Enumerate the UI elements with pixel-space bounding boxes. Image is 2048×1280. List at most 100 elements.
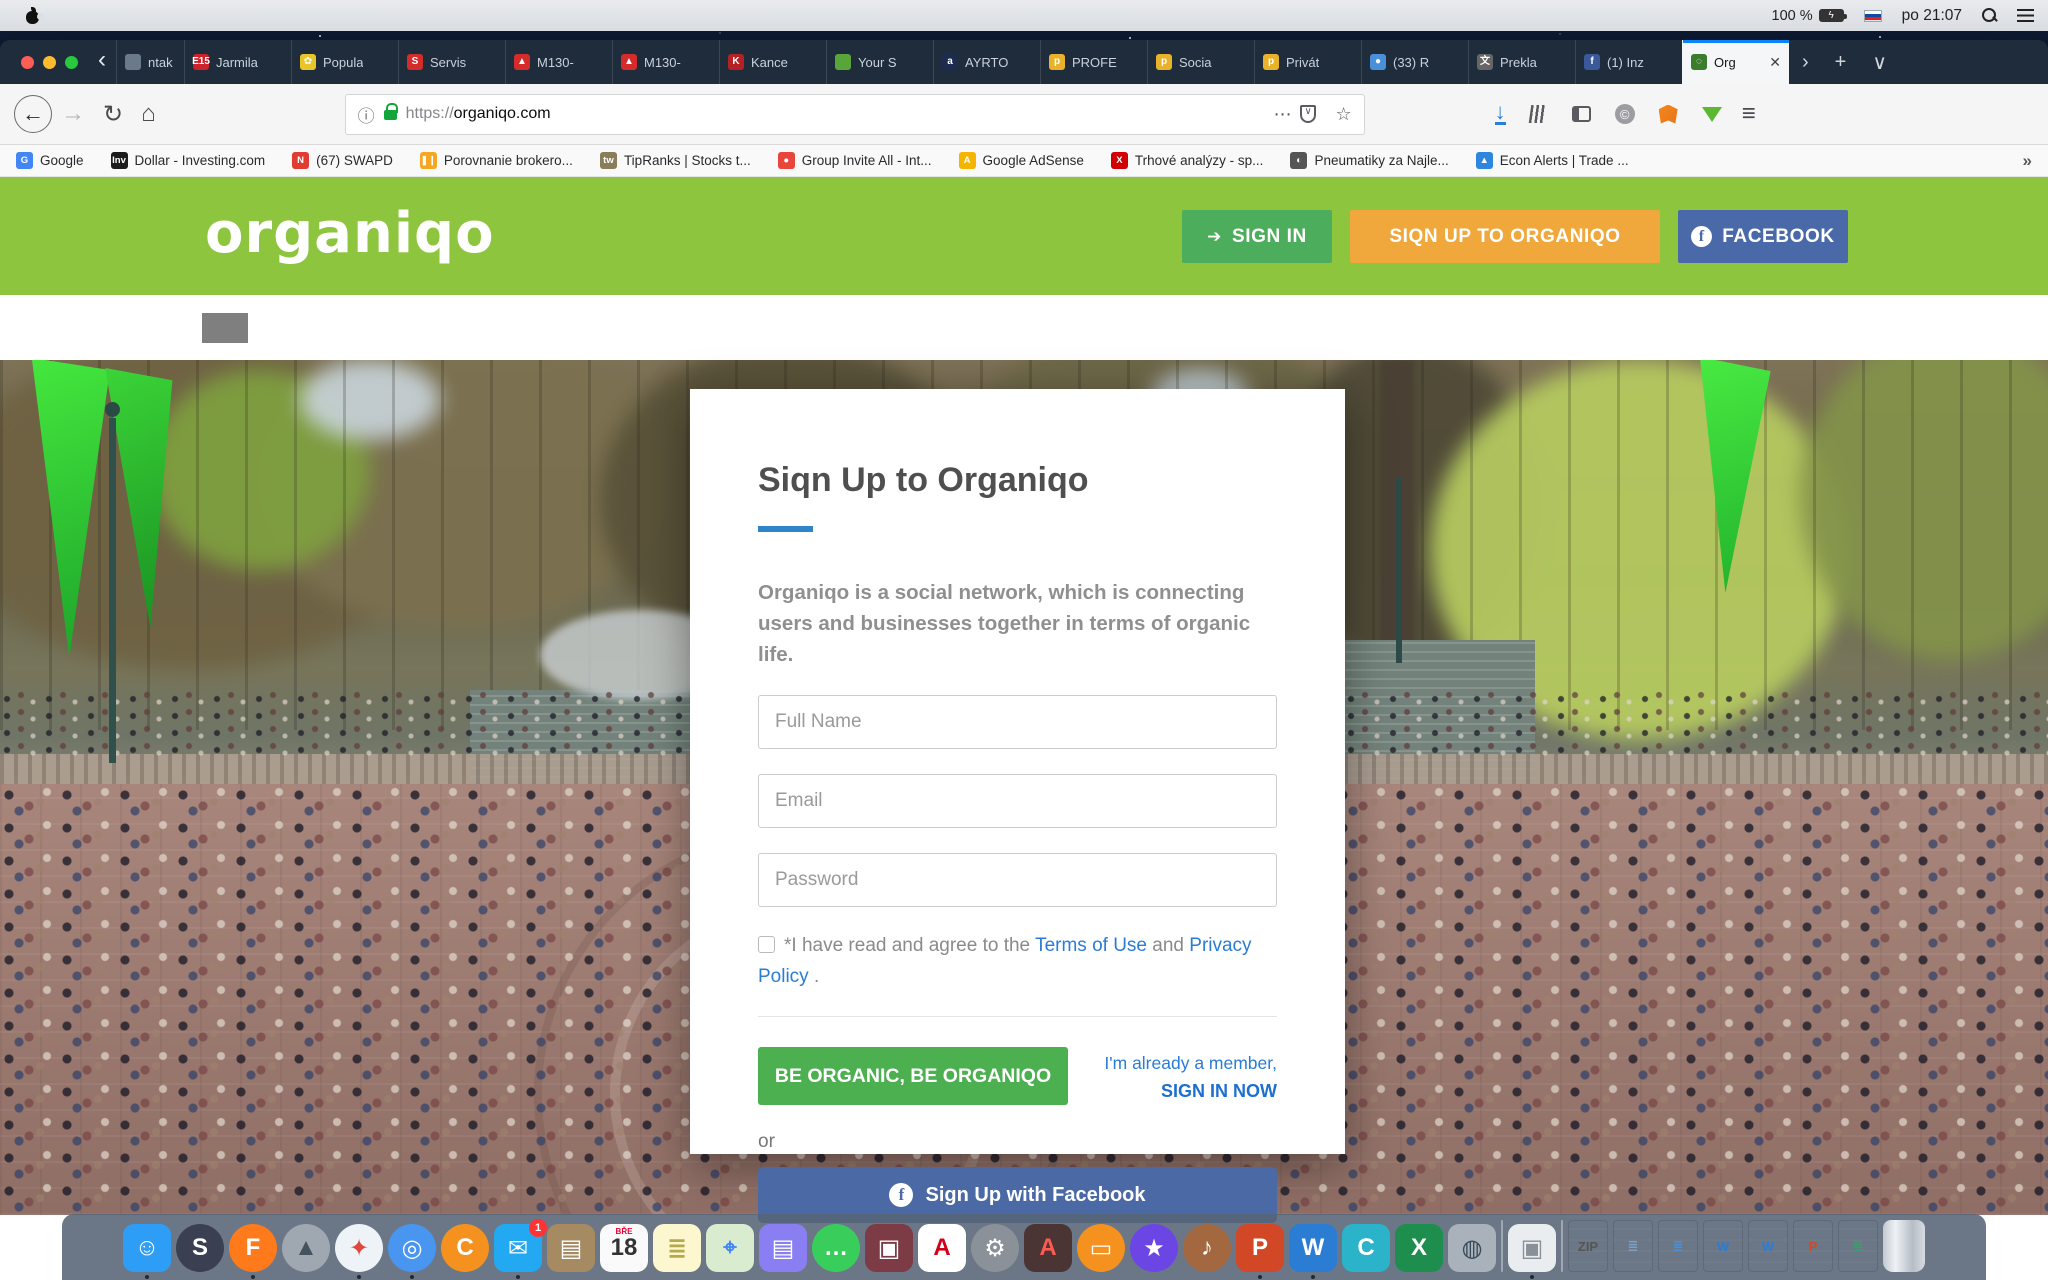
url-text[interactable]: https://organiqo.com (406, 105, 551, 123)
contacts[interactable]: ▤ (547, 1224, 595, 1272)
zoom-window-button[interactable] (65, 56, 78, 69)
word[interactable]: W (1289, 1224, 1337, 1272)
books-stack[interactable]: ▤ (759, 1224, 807, 1272)
browser-tab[interactable]: a AYRTO ✕ (933, 40, 1040, 84)
browser-tab[interactable]: p PROFE ✕ (1040, 40, 1147, 84)
bookmark-item[interactable]: X Trhové analýzy - sp... (1111, 152, 1264, 169)
browser-tab[interactable]: S Servis ✕ (398, 40, 505, 84)
input-language-flag-icon[interactable] (1864, 10, 1882, 22)
metamask-fox-icon[interactable] (1659, 105, 1678, 124)
system-preferences[interactable]: ⚙ (971, 1224, 1019, 1272)
maps[interactable]: ⌖ (706, 1224, 754, 1272)
excel[interactable]: X (1395, 1224, 1443, 1272)
minimized-word-window[interactable]: W (1748, 1220, 1788, 1272)
sign-up-button[interactable]: SIQN UP TO ORGANIQO (1350, 210, 1660, 263)
photo-booth[interactable]: ▣ (865, 1224, 913, 1272)
terms-of-use-link[interactable]: Terms of Use (1035, 935, 1147, 956)
teal-c-app[interactable]: C (1342, 1224, 1390, 1272)
browser-tab[interactable]: ✿ Popula ✕ (291, 40, 398, 84)
minimized-document[interactable]: ≣ (1658, 1220, 1698, 1272)
page-info-icon[interactable]: ⓘ (358, 102, 375, 127)
spotlight-search-icon[interactable] (1982, 8, 1997, 23)
menu-bar-clock[interactable]: po 21:07 (1902, 7, 1962, 25)
site-nav-item[interactable] (202, 313, 248, 343)
dock-separator[interactable] (1501, 1220, 1503, 1272)
minimized-document[interactable]: ≣ (1613, 1220, 1653, 1272)
calendar[interactable]: BŘE 18 (600, 1224, 648, 1272)
battery-indicator[interactable]: 100 % ϟ (1772, 8, 1844, 24)
bookmark-item[interactable]: A Google AdSense (959, 152, 1084, 169)
browser-tab[interactable]: E15 Jarmila ✕ (184, 40, 291, 84)
browser-tab[interactable]: 文 Prekla ✕ (1468, 40, 1575, 84)
terms-checkbox[interactable] (758, 936, 775, 953)
copyright-extension-icon[interactable]: © (1615, 104, 1635, 124)
finder[interactable]: ☺ (123, 1224, 171, 1272)
browser-tab[interactable]: ▲ M130- ✕ (612, 40, 719, 84)
remote-desktop[interactable]: ◍ (1448, 1224, 1496, 1272)
be-organic-signup-button[interactable]: BE ORGANIC, BE ORGANIQO (758, 1047, 1068, 1105)
minimized-word-window[interactable]: W (1703, 1220, 1743, 1272)
downloads-icon[interactable]: ↓ (1495, 103, 1506, 125)
trash[interactable] (1883, 1220, 1925, 1272)
minimized-sheet-window[interactable]: ≣ (1838, 1220, 1878, 1272)
reload-button[interactable]: ↻ (103, 100, 123, 129)
browser-tab[interactable]: ntak ✕ (116, 40, 184, 84)
browser-tab[interactable]: ◌ Org ✕ (1682, 40, 1789, 84)
browser-tab[interactable]: f (1) Inz ✕ (1575, 40, 1682, 84)
imovie[interactable]: ★ (1130, 1224, 1178, 1272)
sign-in-now-link[interactable]: SIGN IN NOW (1104, 1081, 1277, 1102)
ibooks[interactable]: ▭ (1077, 1224, 1125, 1272)
bookmark-item[interactable]: Inv Dollar - Investing.com (111, 152, 266, 169)
launchpad[interactable]: ▲ (282, 1224, 330, 1272)
dock-separator[interactable] (1561, 1220, 1563, 1272)
firefox[interactable]: F (229, 1224, 277, 1272)
bookmark-item[interactable]: G Google (16, 152, 84, 169)
forward-button[interactable]: → (61, 100, 85, 128)
messages[interactable]: … (812, 1224, 860, 1272)
sidebar-toggle-icon[interactable] (1572, 106, 1591, 122)
pocket-icon[interactable] (1300, 105, 1316, 123)
library-icon[interactable] (1528, 105, 1549, 123)
acrobat-dc[interactable]: A (1024, 1224, 1072, 1272)
new-tab-button[interactable]: + (1822, 40, 1860, 84)
chrome[interactable]: ◎ (388, 1224, 436, 1272)
tab-scroll-left-icon[interactable]: ‹ (94, 40, 116, 84)
close-window-button[interactable] (21, 56, 34, 69)
bookmark-item[interactable]: N (67) SWAPD (292, 152, 393, 169)
garageband[interactable]: ♪ (1183, 1224, 1231, 1272)
home-button[interactable]: ⌂ (141, 100, 156, 128)
tab-list-dropdown-icon[interactable]: ∨ (1859, 40, 1900, 84)
zip-document[interactable]: ZIP (1568, 1220, 1608, 1272)
bookmark-item[interactable]: ❚❙ Porovnanie brokero... (420, 152, 573, 169)
notification-center-icon[interactable] (2017, 9, 2034, 22)
tab-overflow-icon[interactable]: › (1789, 40, 1822, 84)
bookmark-item[interactable]: ● Group Invite All - Int... (778, 152, 932, 169)
preview[interactable]: ▣ (1508, 1224, 1556, 1272)
bookmark-star-icon[interactable]: ☆ (1335, 104, 1351, 125)
browser-tab[interactable]: p Privát ✕ (1254, 40, 1361, 84)
page-actions-icon[interactable]: ⋯ (1273, 104, 1291, 125)
password-field[interactable] (758, 853, 1277, 907)
email-field[interactable] (758, 774, 1277, 828)
bookmark-item[interactable]: tw TipRanks | Stocks t... (600, 152, 751, 169)
full-name-field[interactable] (758, 695, 1277, 749)
tab-close-icon[interactable]: ✕ (1769, 54, 1781, 71)
facebook-button[interactable]: f FACEBOOK (1678, 210, 1848, 263)
powerpoint[interactable]: P (1236, 1224, 1284, 1272)
bookmark-item[interactable]: ◐ Pneumatiky za Najle... (1290, 152, 1448, 169)
sign-in-button[interactable]: ➔ SIGN IN (1182, 210, 1332, 263)
mail[interactable]: ✉ 1 (494, 1224, 542, 1272)
minimize-window-button[interactable] (43, 56, 56, 69)
minimized-pdf-window[interactable]: P (1793, 1220, 1833, 1272)
safari[interactable]: ✦ (335, 1224, 383, 1272)
acrobat-reader[interactable]: A (918, 1224, 966, 1272)
site-logo[interactable]: organiqo (205, 201, 495, 266)
video-download-helper-icon[interactable] (1702, 107, 1722, 122)
back-button[interactable]: ← (14, 95, 52, 133)
apple-logo-icon[interactable] (24, 7, 41, 24)
siri[interactable]: S (176, 1224, 224, 1272)
bookmarks-overflow-icon[interactable]: » (2023, 151, 2032, 171)
browser-tab[interactable]: p Socia ✕ (1147, 40, 1254, 84)
bookmark-item[interactable]: ▲ Econ Alerts | Trade ... (1476, 152, 1629, 169)
app-menu-icon[interactable]: ≡ (1742, 100, 1756, 128)
